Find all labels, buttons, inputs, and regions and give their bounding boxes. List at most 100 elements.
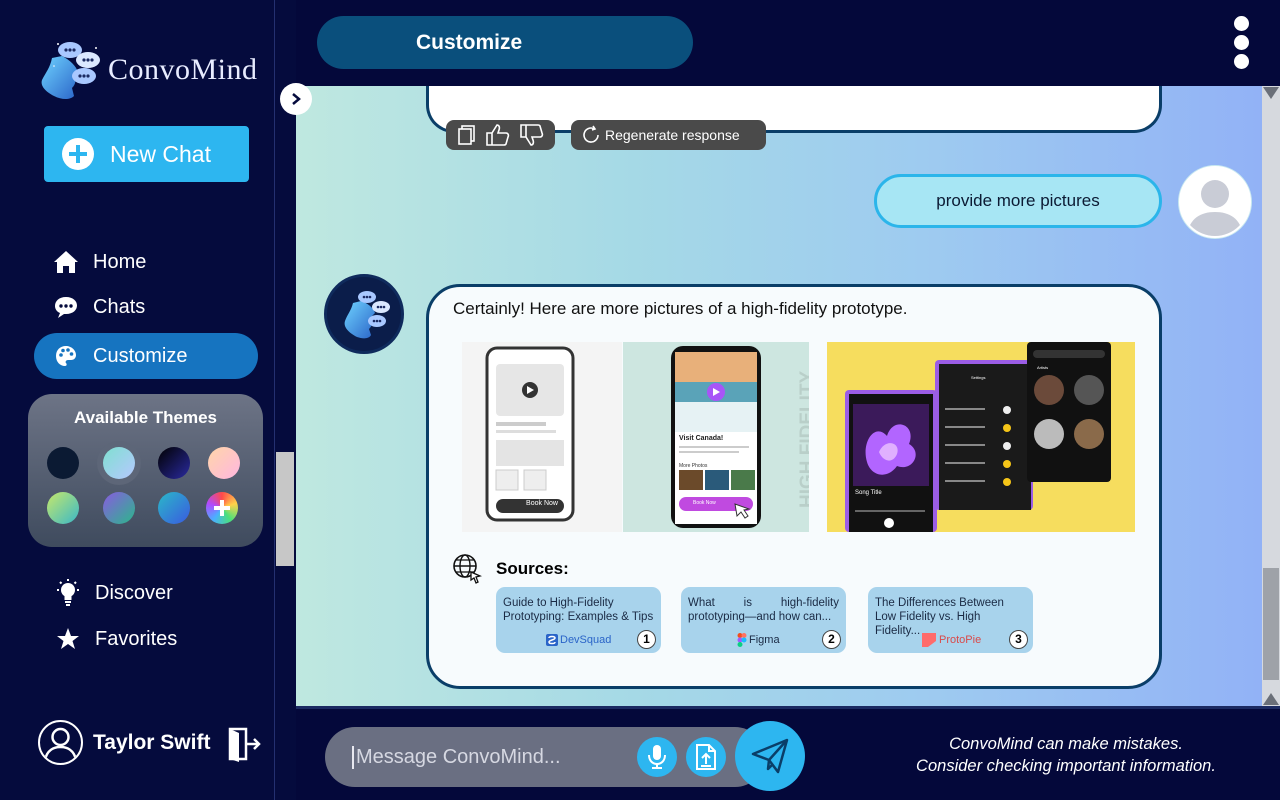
- sidebar: ConvoMind New Chat Home Chats Customize …: [0, 0, 274, 800]
- collapse-sidebar-button[interactable]: [280, 83, 312, 115]
- source-title: What is high-fidelity prototyping—and ho…: [688, 597, 839, 623]
- microphone-button[interactable]: [637, 737, 677, 777]
- plus-icon: [214, 500, 230, 516]
- regenerate-label: Regenerate response: [605, 127, 740, 143]
- nav-item-discover[interactable]: Discover: [36, 570, 260, 616]
- scroll-down-arrow-icon[interactable]: [1263, 693, 1279, 705]
- theme-swatch-peach[interactable]: [208, 447, 240, 479]
- nav-item-chats[interactable]: Chats: [34, 284, 258, 330]
- nav-label-customize: Customize: [93, 344, 188, 367]
- disclaimer-line-2: Consider checking important information.: [916, 757, 1216, 775]
- source-card-1[interactable]: Guide to High-Fidelity Prototyping: Exam…: [496, 587, 661, 653]
- user-avatar-icon: [38, 720, 83, 765]
- wireframe-prototype-image[interactable]: Book Now: [462, 342, 622, 532]
- source-brand: ProtoPie: [922, 633, 981, 647]
- sources-label: Sources:: [496, 559, 569, 578]
- lightbulb-icon: [54, 579, 82, 607]
- source-number: 3: [1009, 630, 1028, 649]
- source-brand: Figma: [737, 633, 780, 647]
- bot-message: Certainly! Here are more pictures of a h…: [426, 284, 1162, 689]
- sidebar-scrollbar-thumb[interactable]: [276, 452, 294, 566]
- upload-file-button[interactable]: [686, 737, 726, 777]
- bot-avatar-icon: [324, 274, 404, 354]
- theme-swatch-mint-blue[interactable]: [103, 447, 135, 479]
- source-brand-name: DevSquad: [560, 634, 612, 646]
- music-app-settings-label: Settings: [971, 375, 986, 380]
- source-brand-name: ProtoPie: [939, 634, 982, 646]
- user-message-text: provide more pictures: [936, 191, 1100, 210]
- user-message-avatar-icon: [1179, 166, 1251, 238]
- music-app-artists-label: Artists: [1037, 365, 1049, 370]
- figma-logo-icon: [737, 633, 747, 647]
- source-number: 2: [822, 630, 841, 649]
- themes-panel: Available Themes: [28, 394, 263, 547]
- music-app-prototype-image[interactable]: Song Title Settings Artists: [827, 342, 1135, 532]
- theme-swatch-ocean[interactable]: [158, 492, 190, 524]
- theme-swatch-midnight[interactable]: [158, 447, 190, 479]
- logo: ConvoMind: [32, 36, 258, 104]
- theme-swatch-navy[interactable]: [47, 447, 79, 479]
- theme-swatch-lime[interactable]: [47, 492, 79, 524]
- source-brand: DevSquad: [546, 633, 611, 647]
- chat-bubble-icon: [52, 293, 80, 321]
- copy-icon[interactable]: [456, 124, 478, 146]
- logout-icon[interactable]: [226, 726, 262, 762]
- devsquad-logo-icon: [546, 634, 558, 646]
- logo-text: ConvoMind: [108, 53, 258, 86]
- source-title: The Differences Between Low Fidelity vs.…: [875, 597, 1004, 637]
- paper-plane-icon: [751, 738, 789, 774]
- star-icon: [54, 625, 82, 653]
- source-card-2[interactable]: What is high-fidelity prototyping—and ho…: [681, 587, 846, 653]
- user-message: provide more pictures: [874, 174, 1162, 228]
- nav-label-discover: Discover: [95, 581, 173, 604]
- plus-circle-icon: [62, 138, 94, 170]
- message-actions: [446, 120, 555, 150]
- high-fidelity-vertical-text: HIGH FIDELITY: [797, 370, 809, 508]
- send-button[interactable]: [735, 721, 805, 791]
- add-theme-button[interactable]: [206, 492, 238, 524]
- travel-app-book-button-text: Book Now: [693, 500, 716, 506]
- chat-scrollbar-thumb[interactable]: [1263, 568, 1279, 680]
- logo-head-icon: [41, 42, 100, 99]
- sidebar-scrollbar[interactable]: [274, 0, 296, 800]
- nav-label-home: Home: [93, 250, 147, 273]
- nav-item-customize[interactable]: Customize: [34, 333, 258, 379]
- travel-app-prototype-image[interactable]: Visit Canada! More Photos Book Now HIGH …: [623, 342, 809, 532]
- page-title: Customize: [317, 16, 693, 69]
- nav-item-home[interactable]: Home: [34, 239, 258, 285]
- more-options-icon[interactable]: [1232, 14, 1252, 72]
- source-card-3[interactable]: The Differences Between Low Fidelity vs.…: [868, 587, 1033, 653]
- travel-app-title: Visit Canada!: [679, 435, 724, 442]
- thumbs-down-icon[interactable]: [519, 123, 545, 147]
- globe-icon: [453, 554, 482, 584]
- nav-item-favorites[interactable]: Favorites: [36, 616, 260, 662]
- themes-title: Available Themes: [74, 408, 217, 427]
- composer-bar: ConvoMind can make mistakes. Consider ch…: [296, 706, 1280, 800]
- file-upload-icon: [696, 744, 716, 770]
- scroll-up-arrow-icon[interactable]: [1263, 87, 1279, 99]
- message-input[interactable]: [352, 746, 622, 769]
- new-chat-label: New Chat: [110, 140, 211, 167]
- nav-label-chats: Chats: [93, 295, 146, 318]
- source-brand-name: Figma: [749, 634, 780, 646]
- disclaimer: ConvoMind can make mistakes. Consider ch…: [876, 733, 1256, 777]
- bot-message-text: Certainly! Here are more pictures of a h…: [453, 299, 908, 318]
- disclaimer-line-1: ConvoMind can make mistakes.: [949, 735, 1183, 753]
- nav-label-favorites: Favorites: [95, 627, 178, 650]
- user-name: Taylor Swift: [93, 730, 211, 754]
- source-number: 1: [637, 630, 656, 649]
- new-chat-button[interactable]: New Chat: [44, 126, 249, 182]
- regenerate-response-button[interactable]: Regenerate response: [571, 120, 766, 150]
- wireframe-book-button-text: Book Now: [526, 500, 558, 507]
- chat-area: Regenerate response provide more picture…: [296, 86, 1262, 706]
- header: Customize: [296, 0, 1280, 86]
- thumbs-up-icon[interactable]: [485, 123, 511, 147]
- user-profile[interactable]: Taylor Swift: [38, 720, 210, 765]
- source-title: Guide to High-Fidelity Prototyping: Exam…: [503, 597, 654, 623]
- microphone-icon: [648, 745, 666, 769]
- theme-swatch-purple-green[interactable]: [103, 492, 135, 524]
- refresh-icon: [583, 125, 599, 143]
- palette-icon: [52, 342, 80, 370]
- protopie-logo-icon: [922, 633, 936, 647]
- travel-app-more-photos: More Photos: [679, 463, 708, 469]
